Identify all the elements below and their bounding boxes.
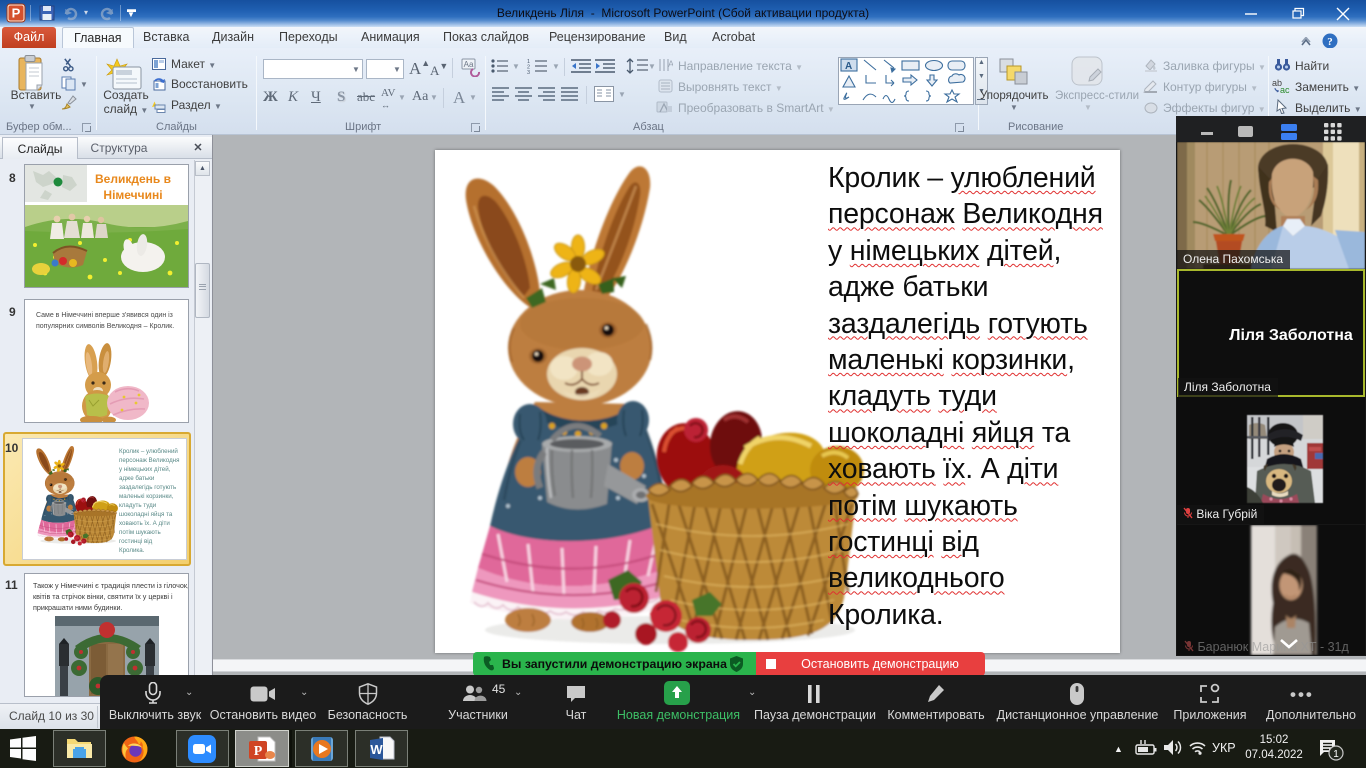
svg-text:Кролик – улюблений: Кролик – улюблений xyxy=(119,448,178,455)
svg-text:P: P xyxy=(254,744,263,759)
svg-text:маленькі корзинки,: маленькі корзинки, xyxy=(119,493,174,500)
svg-text:популярних символів Великодня: популярних символів Великодня – Кролик. xyxy=(36,322,174,330)
svg-text:ac: ac xyxy=(1280,85,1290,93)
svg-text:Саме в Німеччині вперше з'явив: Саме в Німеччині вперше з'явився один із xyxy=(36,311,173,319)
svg-text:прикрашати ними будинки.: прикрашати ними будинки. xyxy=(33,603,123,612)
svg-text:Аа: Аа xyxy=(464,60,474,69)
svg-text:?: ? xyxy=(1327,36,1333,48)
svg-text:W: W xyxy=(370,742,383,757)
svg-text:Великдень в: Великдень в xyxy=(95,172,171,186)
svg-text:заздалегідь готують: заздалегідь готують xyxy=(119,484,176,491)
svg-text:ховають їх. А діти: ховають їх. А діти xyxy=(119,520,170,527)
svg-text:A: A xyxy=(845,61,852,72)
svg-text:у німецьких дітей,: у німецьких дітей, xyxy=(119,466,171,473)
svg-text:3: 3 xyxy=(527,70,530,74)
svg-text:персонаж Великодня: персонаж Великодня xyxy=(119,457,179,464)
svg-text:потім шукають: потім шукають xyxy=(119,529,161,536)
svg-text:Кролика.: Кролика. xyxy=(119,547,145,554)
svg-text:квітів та стрічок вінки, святи: квітів та стрічок вінки, святити їх у це… xyxy=(33,592,173,601)
svg-text:Також у Німеччині є традиція: Також у Німеччині є традиція плести із г… xyxy=(33,581,188,590)
svg-text:адже батьки: адже батьки xyxy=(119,475,155,482)
svg-text:гостинці від: гостинці від xyxy=(119,538,153,545)
svg-text:кладуть туди: кладуть туди xyxy=(119,502,157,509)
svg-text:Німеччині: Німеччині xyxy=(103,188,162,202)
svg-text:1: 1 xyxy=(1333,749,1339,760)
svg-text:A: A xyxy=(668,59,673,69)
svg-text:шоколадні яйця та: шоколадні яйця та xyxy=(119,511,173,518)
